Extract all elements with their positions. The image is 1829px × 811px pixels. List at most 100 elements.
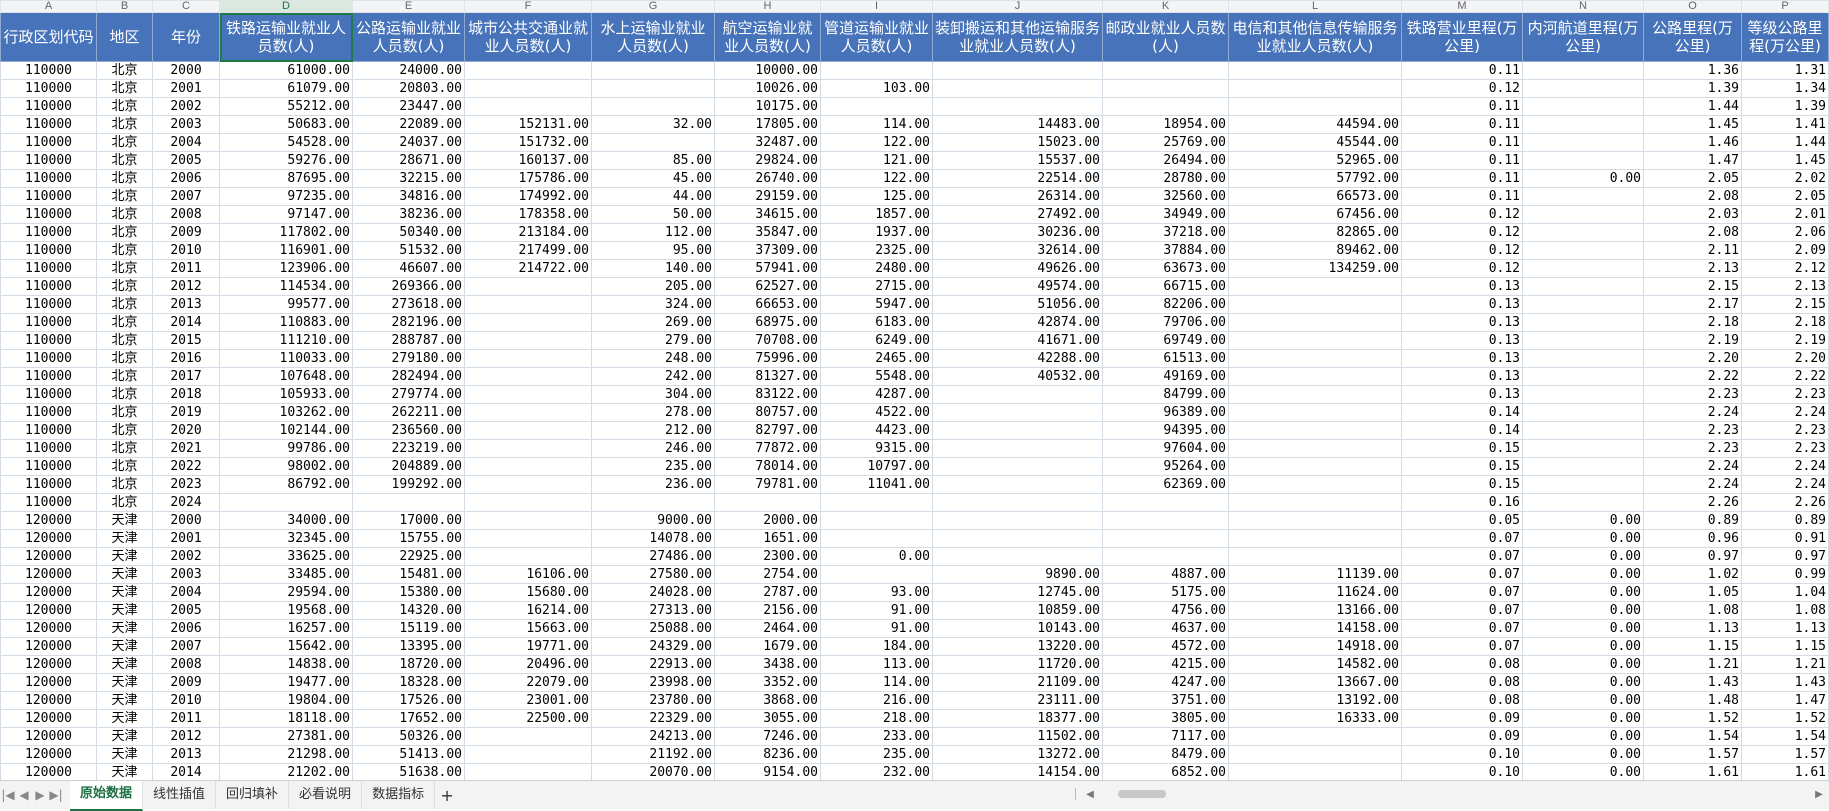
table-cell[interactable] — [464, 277, 592, 296]
table-cell[interactable]: 0.07 — [1401, 547, 1523, 566]
table-cell[interactable] — [820, 565, 933, 584]
table-cell[interactable]: 233.00 — [820, 727, 933, 746]
table-cell[interactable]: 110000 — [0, 385, 97, 404]
table-cell[interactable] — [1228, 457, 1402, 476]
table-cell[interactable]: 天津 — [96, 529, 153, 548]
sheet-tab[interactable]: 数据指标 — [362, 781, 436, 809]
table-cell[interactable]: 288787.00 — [352, 331, 465, 350]
table-cell[interactable] — [464, 403, 592, 422]
table-cell[interactable]: 110000 — [0, 151, 97, 170]
table-cell[interactable]: 2009 — [152, 223, 220, 242]
table-cell[interactable]: 1.43 — [1643, 673, 1742, 692]
table-cell[interactable]: 24028.00 — [591, 583, 715, 602]
table-cell[interactable]: 2.20 — [1643, 349, 1742, 368]
table-cell[interactable]: 天津 — [96, 637, 153, 656]
table-cell[interactable]: 0.07 — [1401, 583, 1523, 602]
table-cell[interactable]: 2.15 — [1741, 295, 1829, 314]
table-cell[interactable] — [1228, 97, 1402, 116]
table-cell[interactable]: 9154.00 — [714, 763, 821, 780]
table-cell[interactable]: 4247.00 — [1102, 673, 1229, 692]
table-cell[interactable] — [464, 529, 592, 548]
table-cell[interactable]: 32614.00 — [932, 241, 1103, 260]
table-cell[interactable]: 北京 — [96, 421, 153, 440]
table-cell[interactable]: 1.45 — [1741, 151, 1829, 170]
table-cell[interactable]: 0.89 — [1643, 511, 1742, 530]
table-cell[interactable]: 19477.00 — [219, 673, 353, 692]
table-cell[interactable] — [820, 97, 933, 116]
table-cell[interactable]: 2011 — [152, 259, 220, 278]
table-cell[interactable]: 2.23 — [1741, 439, 1829, 458]
table-cell[interactable]: 天津 — [96, 763, 153, 780]
table-cell[interactable]: 44594.00 — [1228, 115, 1402, 134]
table-cell[interactable]: 1.47 — [1741, 691, 1829, 710]
table-cell[interactable]: 57792.00 — [1228, 169, 1402, 188]
spreadsheet-grid[interactable]: A B C D E F G H I J K L M N O P 行政区划代码 地区 年份 铁路运输业就业人员数(人) 公… — [0, 0, 1829, 780]
table-cell[interactable]: 1.44 — [1643, 97, 1742, 116]
table-cell[interactable]: 0.96 — [1643, 529, 1742, 548]
table-cell[interactable]: 13192.00 — [1228, 691, 1402, 710]
table-cell[interactable]: 2016 — [152, 349, 220, 368]
table-cell[interactable]: 97235.00 — [219, 187, 353, 206]
table-cell[interactable]: 114.00 — [820, 115, 933, 134]
table-cell[interactable]: 17000.00 — [352, 511, 465, 530]
table-cell[interactable] — [464, 439, 592, 458]
table-cell[interactable] — [1228, 547, 1402, 566]
table-cell[interactable] — [1102, 547, 1229, 566]
table-cell[interactable]: 15537.00 — [932, 151, 1103, 170]
table-cell[interactable]: 236.00 — [591, 475, 715, 494]
table-cell[interactable]: 北京 — [96, 115, 153, 134]
table-cell[interactable]: 0.13 — [1401, 295, 1523, 314]
table-cell[interactable]: 34000.00 — [219, 511, 353, 530]
table-cell[interactable]: 14158.00 — [1228, 619, 1402, 638]
first-sheet-icon[interactable]: |◀ — [0, 788, 16, 802]
table-cell[interactable]: 27313.00 — [591, 601, 715, 620]
table-cell[interactable]: 4637.00 — [1102, 619, 1229, 638]
table-cell[interactable]: 10000.00 — [714, 61, 821, 80]
table-cell[interactable]: 1.21 — [1741, 655, 1829, 674]
table-cell[interactable]: 82206.00 — [1102, 295, 1229, 314]
table-cell[interactable]: 2.17 — [1643, 295, 1742, 314]
table-cell[interactable]: 116901.00 — [219, 241, 353, 260]
table-cell[interactable]: 269.00 — [591, 313, 715, 332]
table-cell[interactable]: 19568.00 — [219, 601, 353, 620]
table-cell[interactable]: 0.97 — [1741, 547, 1829, 566]
column-header[interactable]: 年份 — [152, 12, 220, 62]
table-cell[interactable]: 2008 — [152, 205, 220, 224]
table-cell[interactable]: 北京 — [96, 61, 153, 80]
table-cell[interactable]: 2004 — [152, 133, 220, 152]
table-cell[interactable] — [1522, 151, 1644, 170]
table-cell[interactable]: 北京 — [96, 187, 153, 206]
table-cell[interactable]: 113.00 — [820, 655, 933, 674]
table-cell[interactable]: 99577.00 — [219, 295, 353, 314]
table-cell[interactable]: 0.11 — [1401, 151, 1523, 170]
table-cell[interactable]: 62527.00 — [714, 277, 821, 296]
table-cell[interactable]: 5175.00 — [1102, 583, 1229, 602]
table-cell[interactable] — [820, 61, 933, 80]
table-cell[interactable]: 67456.00 — [1228, 205, 1402, 224]
table-cell[interactable] — [932, 475, 1103, 494]
table-cell[interactable]: 0.15 — [1401, 457, 1523, 476]
table-cell[interactable] — [464, 475, 592, 494]
table-cell[interactable]: 1937.00 — [820, 223, 933, 242]
table-cell[interactable]: 2.23 — [1643, 421, 1742, 440]
column-header[interactable]: 铁路营业里程(万公里) — [1401, 12, 1523, 62]
table-cell[interactable]: 26494.00 — [1102, 151, 1229, 170]
table-cell[interactable]: 0.11 — [1401, 187, 1523, 206]
table-cell[interactable]: 5548.00 — [820, 367, 933, 386]
column-letter[interactable]: E — [352, 0, 465, 13]
table-cell[interactable] — [1228, 403, 1402, 422]
table-cell[interactable]: 80757.00 — [714, 403, 821, 422]
table-cell[interactable]: 11041.00 — [820, 475, 933, 494]
table-cell[interactable]: 21192.00 — [591, 745, 715, 764]
table-cell[interactable]: 246.00 — [591, 439, 715, 458]
table-cell[interactable]: 110000 — [0, 223, 97, 242]
table-cell[interactable]: 2.24 — [1741, 475, 1829, 494]
table-cell[interactable]: 0.00 — [1522, 745, 1644, 764]
table-cell[interactable]: 15380.00 — [352, 583, 465, 602]
table-cell[interactable]: 25769.00 — [1102, 133, 1229, 152]
table-cell[interactable]: 110000 — [0, 205, 97, 224]
table-cell[interactable]: 8236.00 — [714, 745, 821, 764]
table-cell[interactable]: 23998.00 — [591, 673, 715, 692]
table-cell[interactable] — [1228, 331, 1402, 350]
table-cell[interactable]: 83122.00 — [714, 385, 821, 404]
